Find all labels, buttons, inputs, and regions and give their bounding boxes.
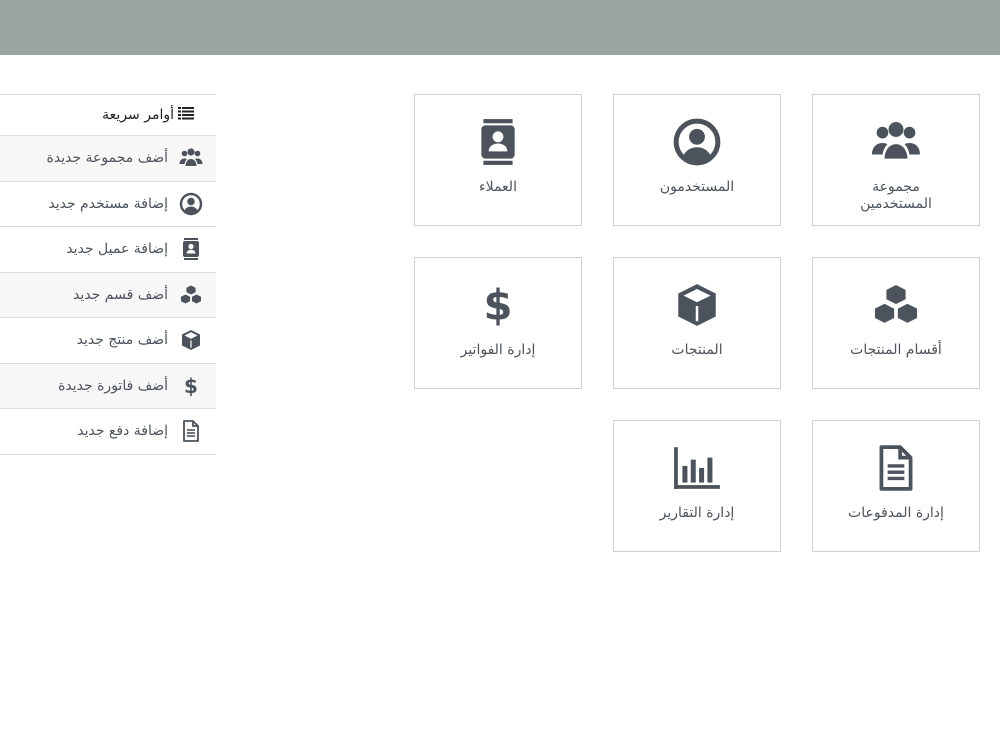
contact-book-icon [470, 117, 526, 167]
contact-book-icon [178, 236, 204, 262]
tile-user-groups[interactable]: مجموعة المستخدمين [812, 94, 980, 226]
tile-invoices[interactable]: $ إدارة الفواتير [414, 257, 582, 389]
svg-text:$: $ [484, 281, 513, 330]
dollar-icon: $ [178, 373, 204, 399]
tile-payments[interactable]: إدارة المدفوعات [812, 420, 980, 552]
quick-commands-panel: أوامر سريعة أضف مجموعة جديدة إضافة مستخد… [0, 94, 216, 455]
cubes-icon [178, 282, 204, 308]
cubes-icon [868, 280, 924, 330]
tile-products[interactable]: المنتجات [613, 257, 781, 389]
tile-label: العملاء [479, 179, 517, 195]
quick-commands-title: أوامر سريعة [102, 107, 174, 123]
tile-label: المنتجات [671, 342, 723, 358]
quick-commands-header: أوامر سريعة [0, 94, 216, 136]
svg-text:$: $ [184, 374, 198, 398]
quick-add-product[interactable]: أضف منتج جديد [0, 318, 216, 364]
quick-item-label: إضافة دفع جديد [77, 423, 168, 440]
document-icon [868, 443, 924, 493]
quick-add-user[interactable]: إضافة مستخدم جديد [0, 182, 216, 227]
tile-reports[interactable]: إدارة التقارير [613, 420, 781, 552]
top-bar [0, 0, 1000, 55]
quick-add-payment[interactable]: إضافة دفع جديد [0, 409, 216, 455]
cube-icon [178, 327, 204, 353]
tile-product-categories[interactable]: أقسام المنتجات [812, 257, 980, 389]
user-circle-icon [178, 191, 204, 217]
quick-item-label: أضف منتج جديد [76, 332, 168, 349]
tile-label: أقسام المنتجات [850, 342, 942, 358]
quick-item-label: أضف قسم جديد [73, 286, 168, 303]
quick-item-label: إضافة مستخدم جديد [48, 195, 168, 212]
tile-users[interactable]: المستخدمون [613, 94, 781, 226]
cube-icon [669, 280, 725, 330]
users-group-icon [178, 145, 204, 171]
users-group-icon [868, 117, 924, 167]
quick-add-category[interactable]: أضف قسم جديد [0, 272, 216, 318]
quick-add-invoice[interactable]: $ أضف فاتورة جديدة [0, 363, 216, 409]
quick-add-client[interactable]: إضافة عميل جديد [0, 227, 216, 273]
list-icon [178, 106, 194, 124]
tile-label: مجموعة المستخدمين [860, 179, 932, 212]
dollar-icon: $ [470, 280, 526, 330]
user-circle-icon [669, 117, 725, 167]
quick-item-label: أضف مجموعة جديدة [46, 150, 168, 167]
bar-chart-icon [669, 443, 725, 493]
quick-add-group[interactable]: أضف مجموعة جديدة [0, 136, 216, 182]
quick-item-label: أضف فاتورة جديدة [58, 377, 168, 394]
tile-label: إدارة التقارير [659, 505, 735, 521]
document-icon [178, 418, 204, 444]
tile-label: المستخدمون [659, 179, 735, 195]
tile-label: إدارة الفواتير [460, 342, 536, 358]
tile-clients[interactable]: العملاء [414, 94, 582, 226]
tile-label: إدارة المدفوعات [848, 505, 944, 521]
quick-item-label: إضافة عميل جديد [66, 241, 168, 258]
